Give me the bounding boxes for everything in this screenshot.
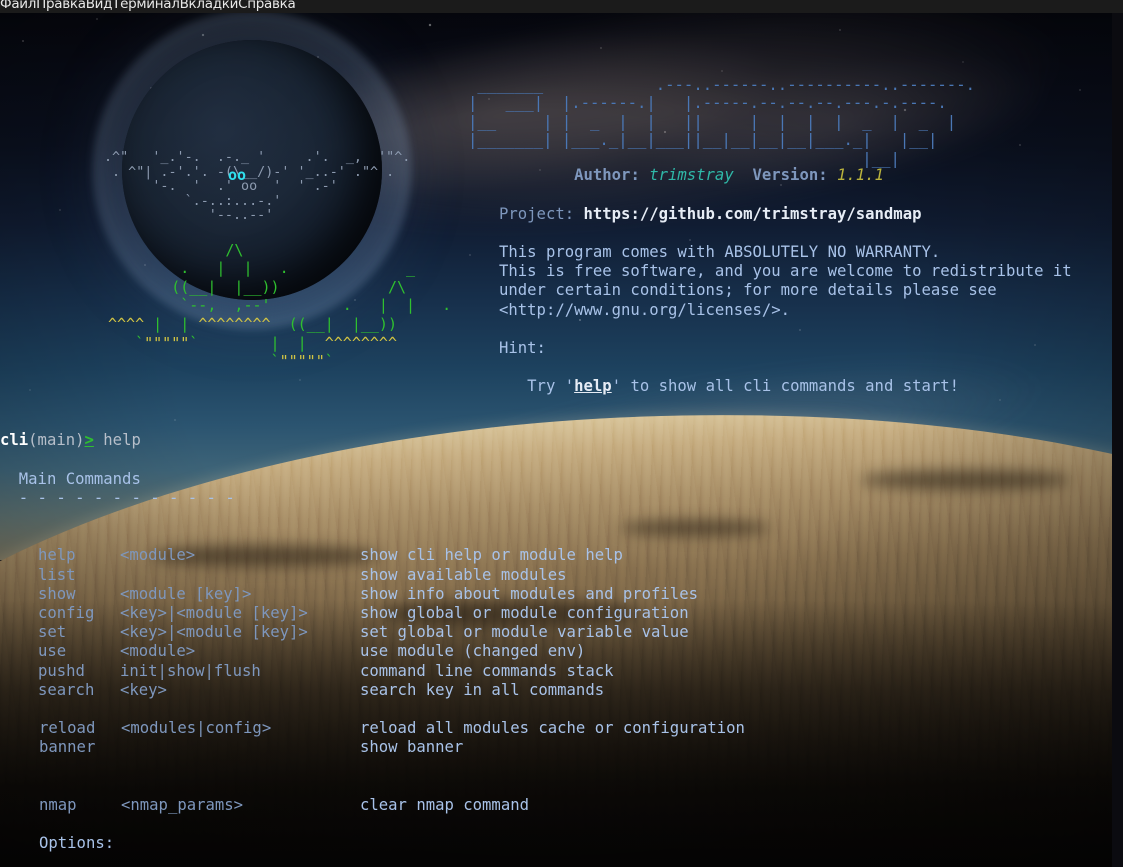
terminal-window: Файл Правка Вид Терминал Вкладки Справка… (0, 0, 1123, 867)
main-commands-table: help <module> show cli help or module help… (38, 508, 745, 867)
project-label: Project: (499, 204, 575, 223)
command-description: show info about modules and profiles (360, 584, 698, 603)
hint-suffix: ' to show all cli commands and start! (611, 377, 960, 396)
command-row: banner show banner (38, 738, 463, 757)
command-row: use <module> use module (changed env) (38, 642, 585, 661)
row-spacer (38, 700, 113, 719)
hint-label: Hint: (499, 339, 546, 358)
command-args: <nmap_params> (121, 795, 244, 814)
bunny-face-ascii: .^" '_.'-. .-._ ' .'. _, '"^. . ^"| .-'.… (104, 150, 411, 224)
command-name[interactable]: config (38, 604, 94, 623)
command-name[interactable]: search (38, 681, 94, 700)
command-name[interactable]: show (38, 585, 76, 604)
command-description: show global or module configuration (360, 603, 689, 622)
terminal-output[interactable]: _______ .---..------..----------..------… (0, 0, 1123, 867)
command-args: <module> (120, 546, 196, 565)
eyes-spacer (499, 166, 574, 184)
prompt-context: (main) (28, 431, 85, 450)
command-args: init|show|flush (120, 661, 261, 680)
version-value: 1.1.1 (837, 166, 884, 185)
command-row: config <key>|<module [key]> show global or… (38, 604, 689, 623)
menu-item-view[interactable]: Вид (86, 0, 113, 11)
project-url[interactable]: https://github.com/trimstray/sandmap (584, 205, 922, 223)
command-row: set <key>|<module [key]> set global or mod… (38, 623, 689, 642)
cactus-ascii-art: /\ . | | . _ ((__| |__)) /\ `--, ,--' . … (108, 240, 461, 371)
prompt-symbol: > (84, 431, 94, 450)
command-name[interactable]: help (38, 546, 76, 565)
menu-item-help[interactable]: Справка (238, 0, 296, 11)
command-row: help <module> show cli help or module help (38, 546, 623, 565)
command-name[interactable]: banner (39, 738, 95, 757)
version-label: Version: (752, 166, 828, 185)
command-description: use module (changed env) (360, 642, 586, 661)
bunny-eyes: oo (228, 166, 247, 184)
menu-item-file[interactable]: Файл (0, 0, 36, 11)
menu-bar[interactable]: Файл Правка Вид Терминал Вкладки Справка (0, 0, 1123, 13)
command-name[interactable]: pushd (38, 662, 85, 681)
command-row: list show available modules (38, 566, 567, 585)
command-name[interactable]: list (38, 566, 76, 585)
options-title: Options: (39, 834, 115, 853)
command-name[interactable]: use (38, 642, 66, 661)
command-args: <key> (120, 680, 167, 699)
license-line-3: under certain conditions; for more detai… (499, 281, 997, 300)
command-description: reload all modules cache or configuratio… (360, 719, 745, 738)
author-value: trimstray (649, 166, 734, 185)
license-line-2: This is free software, and you are welco… (499, 262, 1072, 281)
command-description: set global or module variable value (360, 623, 689, 642)
row-spacer (38, 815, 113, 834)
row-spacer (38, 757, 113, 776)
license-line-1: This program comes with ABSOLUTELY NO WA… (499, 243, 941, 262)
hint-command[interactable]: help (574, 377, 612, 395)
command-row: nmap <nmap_params> clear nmap command (38, 796, 529, 815)
help-section-title: Main Commands (18, 469, 141, 488)
command-args: <key>|<module [key]> (120, 623, 308, 642)
prompt-name: cli (0, 431, 29, 450)
menu-item-terminal[interactable]: Терминал (112, 0, 180, 11)
command-description: show cli help or module help (360, 546, 623, 565)
typed-command: help (103, 431, 141, 450)
command-row: search <key> search key in all commands (38, 681, 604, 700)
help-output-block: cli(main)> help Main Commands - - - - - … (0, 412, 235, 585)
command-args: <key>|<module [key]> (120, 603, 308, 622)
command-description: show banner (360, 738, 464, 757)
command-description: clear nmap command (360, 795, 529, 814)
command-row: show <module [key]> show info about module… (38, 585, 698, 604)
menu-item-tabs[interactable]: Вкладки (180, 0, 239, 11)
license-line-4: <http://www.gnu.org/licenses/>. (499, 300, 791, 319)
right-gutter (1112, 0, 1123, 867)
help-section-rule: - - - - - - - - - - - - (18, 488, 235, 507)
author-label: Author: (574, 166, 640, 185)
command-name[interactable]: nmap (39, 796, 77, 815)
command-row: pushd init|show|flush command line command… (38, 662, 613, 681)
command-args: <module> (120, 642, 196, 661)
banner-meta-block: Author: trimstray Version: 1.1.1 Project… (499, 147, 1072, 416)
command-row: reload <modules|config> reload all modules… (38, 719, 745, 738)
command-description: search key in all commands (360, 680, 605, 699)
row-spacer (38, 777, 113, 796)
command-name[interactable]: reload (39, 719, 95, 738)
row-spacer (38, 853, 113, 867)
menu-item-edit[interactable]: Правка (36, 0, 86, 11)
command-description: show available modules (360, 565, 567, 584)
command-name[interactable]: set (38, 623, 66, 642)
command-description: command line commands stack (360, 661, 614, 680)
command-args: <module [key]> (120, 584, 252, 603)
hint-prefix: Try ' (527, 377, 575, 396)
command-args: <modules|config> (121, 719, 272, 738)
